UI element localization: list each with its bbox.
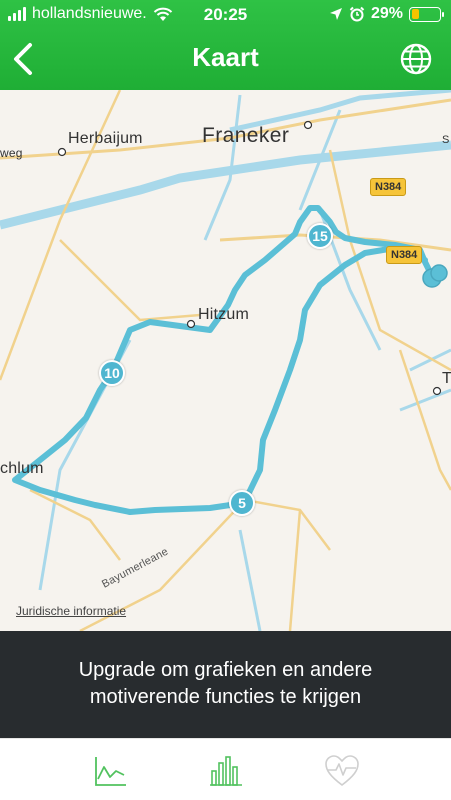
town-dot-t <box>432 386 442 396</box>
waterway <box>399 388 451 412</box>
km-marker-5[interactable]: 5 <box>229 490 255 516</box>
map-canvas <box>0 90 451 631</box>
map-type-button[interactable] <box>399 42 433 76</box>
status-right: 29% <box>329 5 444 23</box>
route-start-point <box>430 264 448 282</box>
battery-percent: 29% <box>370 5 403 22</box>
globe-icon <box>400 43 432 75</box>
heart-rate-icon <box>325 755 359 787</box>
status-bar: hollandsnieuwe. 20:25 29% <box>0 0 451 30</box>
upgrade-text-line2: motiverende functies te krijgen <box>89 686 362 708</box>
place-s: S <box>442 134 450 146</box>
km-marker-10[interactable]: 10 <box>99 360 125 386</box>
line-chart-icon <box>95 757 126 786</box>
tab-bar-chart[interactable] <box>206 751 246 791</box>
tab-bar <box>0 738 451 800</box>
town-dot-hitzum <box>186 319 196 329</box>
upgrade-banner[interactable]: Upgrade om grafieken en andere motiveren… <box>0 631 451 738</box>
place-achlum: chlum <box>0 460 44 477</box>
route-path <box>12 205 435 515</box>
place-herbaijum: Herbaijum <box>68 130 143 147</box>
nav-bar: Kaart <box>0 34 451 84</box>
battery-fill <box>411 9 420 19</box>
battery-icon <box>409 6 444 22</box>
place-weg: weg <box>0 146 23 160</box>
location-arrow-icon <box>329 8 342 20</box>
road <box>244 498 331 551</box>
place-hitzum: Hitzum <box>198 306 249 323</box>
tab-heart-rate[interactable] <box>322 751 362 791</box>
road <box>59 239 201 322</box>
town-dot-herbaijum <box>57 147 67 157</box>
alarm-icon <box>349 6 365 22</box>
place-franeker: Franeker <box>202 124 290 147</box>
road <box>288 509 302 631</box>
place-t: T <box>442 370 451 387</box>
town-dot-franeker <box>303 120 313 130</box>
header: hollandsnieuwe. 20:25 29% Kaart <box>0 0 451 90</box>
legal-link[interactable]: Juridische informatie <box>16 604 126 618</box>
route-map[interactable]: Herbaijum Franeker Hitzum chlum T S weg … <box>0 90 451 631</box>
road-badge-n384: N384 <box>370 178 407 196</box>
page-title: Kaart <box>192 42 259 72</box>
road-badge-n384: N384 <box>386 246 423 264</box>
upgrade-text-line1: Upgrade om grafieken en andere <box>78 659 373 681</box>
km-marker-15[interactable]: 15 <box>307 223 333 249</box>
waterway <box>238 529 262 631</box>
tab-line-chart[interactable] <box>90 751 130 791</box>
bar-chart-icon <box>210 756 242 786</box>
